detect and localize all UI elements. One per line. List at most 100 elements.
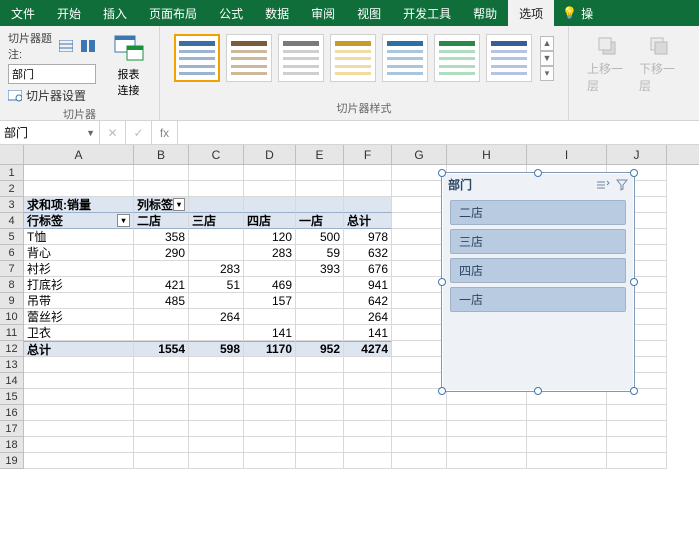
cell[interactable]	[392, 213, 447, 229]
row-header[interactable]: 9	[0, 293, 24, 309]
row-header[interactable]: 8	[0, 277, 24, 293]
slicer-style-1[interactable]	[174, 34, 220, 82]
cell[interactable]	[189, 229, 244, 245]
cell[interactable]	[244, 437, 296, 453]
cell[interactable]: 总计	[344, 213, 392, 229]
cell[interactable]	[296, 309, 344, 325]
cell[interactable]: 632	[344, 245, 392, 261]
cell[interactable]: T恤	[24, 229, 134, 245]
cell[interactable]	[607, 405, 667, 421]
row-header[interactable]: 13	[0, 357, 24, 373]
cell[interactable]: 469	[244, 277, 296, 293]
cell[interactable]: 4274	[344, 341, 392, 357]
cell[interactable]	[134, 261, 189, 277]
clear-filter-icon[interactable]	[616, 179, 628, 191]
cell[interactable]	[134, 165, 189, 181]
cell[interactable]: 941	[344, 277, 392, 293]
col-header-H[interactable]: H	[447, 145, 527, 164]
cell[interactable]	[244, 261, 296, 277]
cell[interactable]	[134, 405, 189, 421]
cell[interactable]	[244, 405, 296, 421]
cell[interactable]	[607, 421, 667, 437]
cell[interactable]	[392, 437, 447, 453]
ribbon-tab-1[interactable]: 开始	[46, 0, 92, 26]
cell[interactable]	[134, 453, 189, 469]
row-header[interactable]: 16	[0, 405, 24, 421]
cell[interactable]	[134, 181, 189, 197]
cell[interactable]	[134, 421, 189, 437]
cell[interactable]: 157	[244, 293, 296, 309]
row-header[interactable]: 6	[0, 245, 24, 261]
cell[interactable]: 打底衫	[24, 277, 134, 293]
cell[interactable]: 四店	[244, 213, 296, 229]
cell[interactable]: 952	[296, 341, 344, 357]
cell[interactable]	[296, 453, 344, 469]
cell[interactable]	[392, 309, 447, 325]
cell[interactable]	[244, 165, 296, 181]
cell[interactable]	[24, 453, 134, 469]
cell[interactable]	[392, 325, 447, 341]
cell[interactable]	[134, 373, 189, 389]
cell[interactable]	[344, 181, 392, 197]
cell[interactable]	[392, 405, 447, 421]
cell[interactable]	[134, 325, 189, 341]
slicer-style-3[interactable]	[278, 34, 324, 82]
cell[interactable]	[189, 405, 244, 421]
row-header[interactable]: 1	[0, 165, 24, 181]
ribbon-tab-6[interactable]: 审阅	[300, 0, 346, 26]
cell[interactable]: 求和项:销量	[24, 197, 134, 213]
row-header[interactable]: 14	[0, 373, 24, 389]
cell[interactable]: 283	[189, 261, 244, 277]
slicer-style-gallery[interactable]: ▲▼▾	[168, 30, 560, 82]
cell[interactable]: 吊带	[24, 293, 134, 309]
cell[interactable]: 59	[296, 245, 344, 261]
cell[interactable]: 141	[244, 325, 296, 341]
cell[interactable]	[24, 165, 134, 181]
slicer-item[interactable]: 二店	[450, 200, 626, 225]
cell[interactable]	[189, 373, 244, 389]
slicer-item[interactable]: 一店	[450, 287, 626, 312]
cell[interactable]	[527, 437, 607, 453]
cell[interactable]	[392, 373, 447, 389]
cell[interactable]: 51	[189, 277, 244, 293]
ribbon-tab-9[interactable]: 帮助	[462, 0, 508, 26]
ribbon-tab-4[interactable]: 公式	[208, 0, 254, 26]
slicer-style-4[interactable]	[330, 34, 376, 82]
ribbon-tab-0[interactable]: 文件	[0, 0, 46, 26]
cell[interactable]: 一店	[296, 213, 344, 229]
cell[interactable]	[392, 341, 447, 357]
cell[interactable]	[296, 389, 344, 405]
cell[interactable]	[189, 421, 244, 437]
cell[interactable]	[392, 229, 447, 245]
style-up-icon[interactable]: ▲	[540, 36, 554, 51]
cell[interactable]	[392, 245, 447, 261]
cell[interactable]: 衬衫	[24, 261, 134, 277]
ribbon-tab-8[interactable]: 开发工具	[392, 0, 462, 26]
cell[interactable]	[344, 405, 392, 421]
tell-me[interactable]: 💡操	[554, 0, 601, 26]
cell[interactable]: 358	[134, 229, 189, 245]
row-header[interactable]: 7	[0, 261, 24, 277]
name-box[interactable]: 部门 ▼	[0, 121, 100, 144]
row-header[interactable]: 18	[0, 437, 24, 453]
col-header-D[interactable]: D	[244, 145, 296, 164]
cell[interactable]	[189, 197, 244, 213]
cell[interactable]: 264	[344, 309, 392, 325]
slicer-settings-button[interactable]: 切片器设置	[8, 87, 96, 104]
cell[interactable]	[344, 437, 392, 453]
cell[interactable]	[189, 165, 244, 181]
cell[interactable]	[189, 453, 244, 469]
cell[interactable]	[189, 357, 244, 373]
cell[interactable]	[344, 453, 392, 469]
cell[interactable]	[244, 389, 296, 405]
col-dropdown-icon[interactable]: ▾	[173, 198, 185, 211]
cell[interactable]	[134, 357, 189, 373]
cell[interactable]: 列标签▾	[134, 197, 189, 213]
cell[interactable]	[189, 293, 244, 309]
cell[interactable]	[296, 293, 344, 309]
cell[interactable]	[344, 389, 392, 405]
cell[interactable]	[244, 373, 296, 389]
style-down-icon[interactable]: ▼	[540, 51, 554, 66]
row-dropdown-icon[interactable]: ▾	[117, 214, 130, 227]
cell[interactable]	[296, 181, 344, 197]
